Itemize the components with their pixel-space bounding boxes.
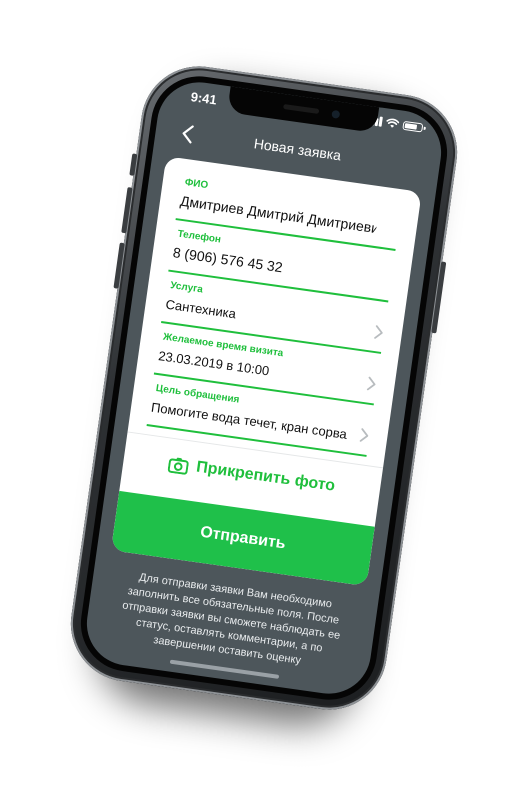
camera-icon [167,457,189,475]
chevron-right-icon [374,325,383,339]
field-label: ФИО [184,177,209,192]
status-time: 9:41 [189,89,218,108]
volume-down-button [113,242,125,289]
stage: 9:41 Новая заявка ФИО Дмитриев Дмитрий Д… [0,0,515,790]
speaker-grille [283,103,320,114]
mute-switch [129,153,138,176]
chevron-right-icon [359,428,369,442]
field-label: Услуга [169,280,204,296]
volume-up-button [121,187,133,234]
attach-photo-label: Прикрепить фото [195,458,337,495]
request-form-card: ФИО Дмитриев Дмитрий Дмитриевич Телефон 8 (… [110,156,422,587]
field-value[interactable]: Помогите вода течет, кран сорвало... [150,400,348,442]
power-button [431,261,447,334]
battery-icon [402,120,424,133]
field-label: Телефон [176,228,222,246]
phone-screen: 9:41 Новая заявка ФИО Дмитриев Дмитрий Д… [81,76,447,700]
form-fields: ФИО Дмитриев Дмитрий Дмитриевич Телефон 8 (… [129,166,421,459]
front-camera [331,109,341,119]
hint-text: Для отправки заявки Вам необходимо запол… [121,571,341,667]
wifi-icon [386,118,400,128]
chevron-right-icon [366,376,376,391]
phone-frame: 9:41 Новая заявка ФИО Дмитриев Дмитрий Д… [63,58,465,718]
